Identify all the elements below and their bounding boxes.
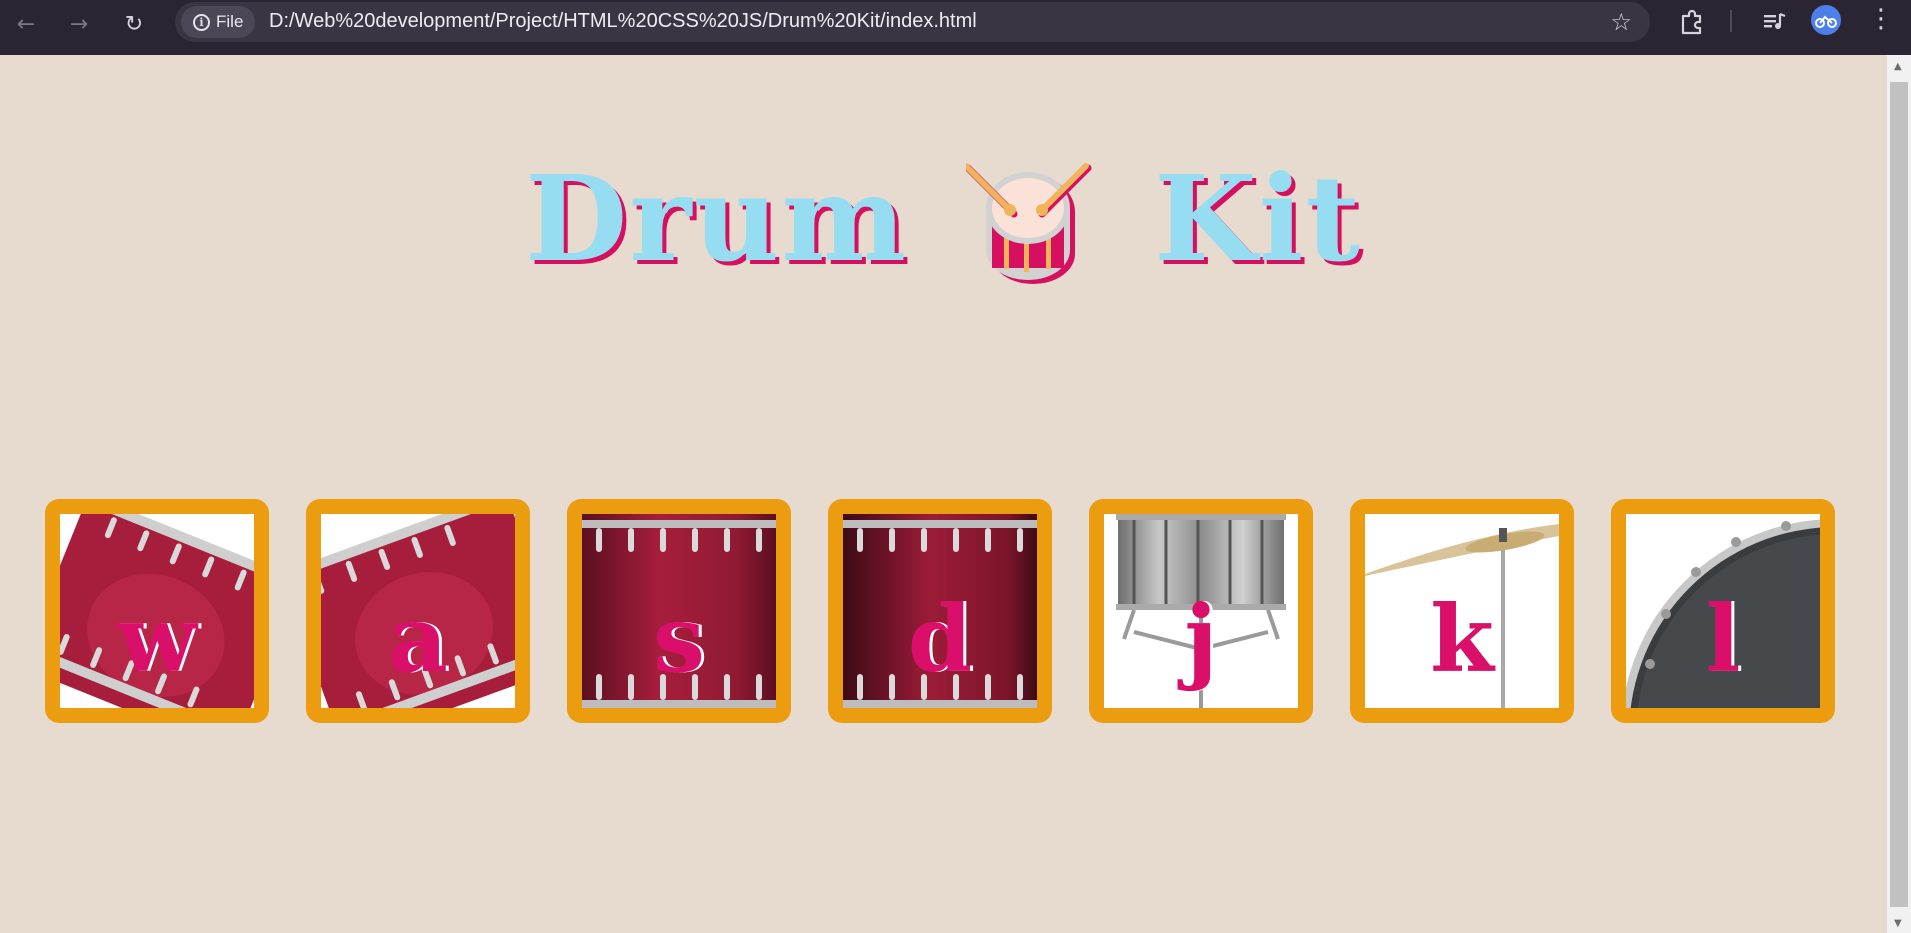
address-bar[interactable]: i File D:/Web%20development/Project/HTML… xyxy=(175,2,1650,42)
key-label: a xyxy=(388,585,448,693)
key-label: w xyxy=(117,585,197,693)
page-title: Drum Kit xyxy=(0,150,1887,288)
media-icon[interactable] xyxy=(1758,6,1790,38)
scroll-up-icon[interactable]: ▲ xyxy=(1894,61,1902,72)
drum-button-j[interactable]: j xyxy=(1089,499,1313,723)
menu-icon[interactable]: ⋮ xyxy=(1868,4,1894,34)
avatar xyxy=(1815,15,1837,28)
url-text[interactable]: D:/Web%20development/Project/HTML%20CSS%… xyxy=(269,10,977,33)
drum-button-s[interactable]: s xyxy=(567,499,791,723)
drum-button-d[interactable]: d xyxy=(828,499,1052,723)
drum-button-a[interactable]: a xyxy=(306,499,530,723)
browser-toolbar: ← → ↻ i File D:/Web%20development/Projec… xyxy=(0,0,1911,55)
info-icon: i xyxy=(193,13,210,31)
site-info-label: File xyxy=(216,12,244,31)
drum-emoji-icon xyxy=(966,163,1092,284)
key-label: k xyxy=(1430,585,1494,693)
title-word-left: Drum xyxy=(524,149,909,288)
forward-icon[interactable]: → xyxy=(63,8,95,40)
star-icon[interactable]: ☆ xyxy=(1610,8,1632,36)
reload-icon[interactable]: ↻ xyxy=(118,8,150,40)
drum-set: w a s d j k l xyxy=(45,499,1835,723)
title-word-right: Kit xyxy=(1154,149,1363,288)
drum-button-w[interactable]: w xyxy=(45,499,269,723)
profile-icon[interactable] xyxy=(1811,5,1841,35)
site-info-button[interactable]: i File xyxy=(181,6,255,38)
drum-button-l[interactable]: l xyxy=(1611,499,1835,723)
back-icon[interactable]: ← xyxy=(10,8,42,40)
key-label: l xyxy=(1705,585,1741,693)
page-scrollbar[interactable]: ▲ ▼ xyxy=(1887,55,1911,933)
toolbar-separator xyxy=(1730,10,1732,32)
drum-button-k[interactable]: k xyxy=(1350,499,1574,723)
key-label: d xyxy=(907,585,973,693)
key-label: s xyxy=(653,585,705,693)
scroll-down-icon[interactable]: ▼ xyxy=(1894,918,1902,929)
extensions-icon[interactable] xyxy=(1675,6,1707,38)
scroll-thumb[interactable] xyxy=(1890,82,1908,907)
key-label: j xyxy=(1184,585,1218,693)
